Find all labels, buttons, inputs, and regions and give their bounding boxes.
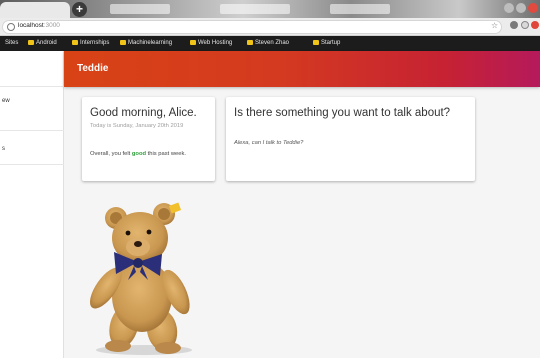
extension-icon[interactable] (510, 21, 518, 29)
bookmark-android[interactable]: Android (28, 39, 57, 48)
nav-drawer: ew s (0, 51, 64, 358)
talk-title: Is there something you want to talk abou… (234, 107, 451, 119)
profile-icon[interactable] (521, 21, 529, 29)
drawer-item[interactable]: ew (0, 87, 64, 131)
tab-strip: + (0, 0, 540, 18)
talk-hint: Alexa, can I talk to Teddie? (234, 140, 304, 146)
bookmark-startup[interactable]: Startup (313, 39, 340, 48)
greeting-title: Good morning, Alice. (90, 107, 197, 119)
app-title: Teddie (77, 63, 109, 74)
url-text[interactable]: localhost:3000 (18, 22, 60, 29)
drawer-item-label: s (2, 146, 5, 152)
bookmark-web-hosting[interactable]: Web Hosting (190, 39, 232, 48)
app-bar: Teddie (64, 51, 540, 87)
folder-icon (72, 40, 78, 45)
bookmarks-bar: Sites Android Internships Machinelearnin… (0, 36, 540, 51)
tab-background[interactable] (330, 4, 390, 14)
greeting-card: Good morning, Alice. Today is Sunday, Ja… (82, 97, 215, 181)
mood-prefix: Overall, you felt (90, 151, 132, 157)
bookmark-steven-zhao[interactable]: Steven Zhao (247, 39, 289, 48)
talk-card: Is there something you want to talk abou… (226, 97, 475, 181)
mood-summary: Overall, you felt good this past week. (90, 151, 186, 157)
folder-icon (120, 40, 126, 45)
date-text: Today is Sunday, January 20th 2019 (90, 123, 184, 129)
bookmark-machinelearning[interactable]: Machinelearning (120, 39, 172, 48)
bookmark-internships[interactable]: Internships (72, 39, 109, 48)
folder-icon (313, 40, 319, 45)
browser-window: + localhost:3000 ☆ Sites Android Interns… (0, 0, 540, 358)
teddy-bear-image (89, 202, 192, 355)
drawer-item-label: ew (2, 98, 10, 104)
folder-icon (247, 40, 253, 45)
new-tab-button[interactable]: + (72, 2, 87, 17)
mood-suffix: this past week. (146, 151, 187, 157)
info-icon[interactable] (7, 23, 15, 31)
url-port: :3000 (43, 22, 60, 29)
drawer-item[interactable]: s (0, 131, 64, 165)
address-bar[interactable]: localhost:3000 ☆ (2, 20, 502, 34)
folder-icon (190, 40, 196, 45)
mood-word: good (131, 151, 147, 157)
menu-icon[interactable] (531, 21, 539, 29)
tab-active[interactable] (0, 2, 70, 18)
tab-background[interactable] (220, 4, 290, 14)
minimize-icon[interactable] (504, 3, 514, 13)
bookmark-sites[interactable]: Sites (5, 39, 18, 48)
drawer-header (0, 51, 64, 87)
tab-background[interactable] (110, 4, 170, 14)
close-icon[interactable] (528, 3, 538, 13)
folder-icon (28, 40, 34, 45)
url-host: localhost (18, 22, 44, 29)
bookmark-star-icon[interactable]: ☆ (491, 21, 498, 30)
maximize-icon[interactable] (516, 3, 526, 13)
browser-toolbar: localhost:3000 ☆ (0, 18, 540, 36)
